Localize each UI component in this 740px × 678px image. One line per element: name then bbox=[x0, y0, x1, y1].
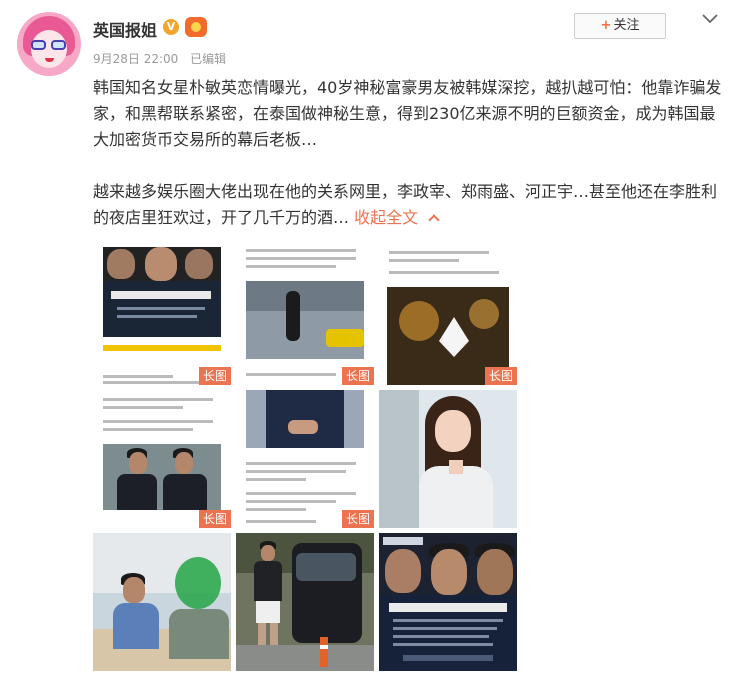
long-image-badge: 长图 bbox=[484, 367, 517, 385]
post-body: 韩国知名女星朴敏英恋情曝光，40岁神秘富豪男友被韩媒深挖，越扒越可怕：他靠诈骗发… bbox=[93, 75, 723, 231]
chevron-up-icon bbox=[428, 214, 440, 226]
user-avatar[interactable] bbox=[17, 12, 81, 76]
follow-button[interactable]: + 关注 bbox=[574, 13, 666, 39]
image-tile[interactable]: 长图 bbox=[93, 390, 231, 528]
image-tile[interactable]: 长图 bbox=[93, 247, 231, 385]
post-meta: 9月28日 22:00 已编辑 bbox=[93, 50, 234, 67]
image-tile[interactable] bbox=[379, 533, 517, 671]
image-tile[interactable] bbox=[93, 533, 231, 671]
post-time[interactable]: 9月28日 22:00 bbox=[93, 52, 178, 66]
follow-label: 关注 bbox=[613, 18, 640, 33]
long-image-badge: 长图 bbox=[198, 510, 231, 528]
long-image-badge: 长图 bbox=[341, 510, 374, 528]
image-tile[interactable]: 长图 bbox=[379, 247, 517, 385]
image-tile[interactable] bbox=[236, 533, 374, 671]
plus-icon: + bbox=[600, 18, 612, 33]
edited-label: 已编辑 bbox=[190, 52, 227, 66]
long-image-badge: 长图 bbox=[198, 367, 231, 385]
username[interactable]: 英国报姐 bbox=[93, 17, 157, 41]
collapse-link[interactable]: 收起全文 bbox=[354, 208, 440, 227]
image-tile[interactable]: 长图 bbox=[236, 390, 374, 528]
post-paragraph-1: 韩国知名女星朴敏英恋情曝光，40岁神秘富豪男友被韩媒深挖，越扒越可怕：他靠诈骗发… bbox=[93, 78, 722, 149]
image-tile[interactable] bbox=[379, 390, 517, 528]
chevron-down-icon[interactable] bbox=[700, 11, 720, 27]
medal-icon bbox=[185, 17, 207, 37]
image-tile[interactable]: 长图 bbox=[236, 247, 374, 385]
verified-icon: V bbox=[163, 19, 179, 35]
long-image-badge: 长图 bbox=[341, 367, 374, 385]
